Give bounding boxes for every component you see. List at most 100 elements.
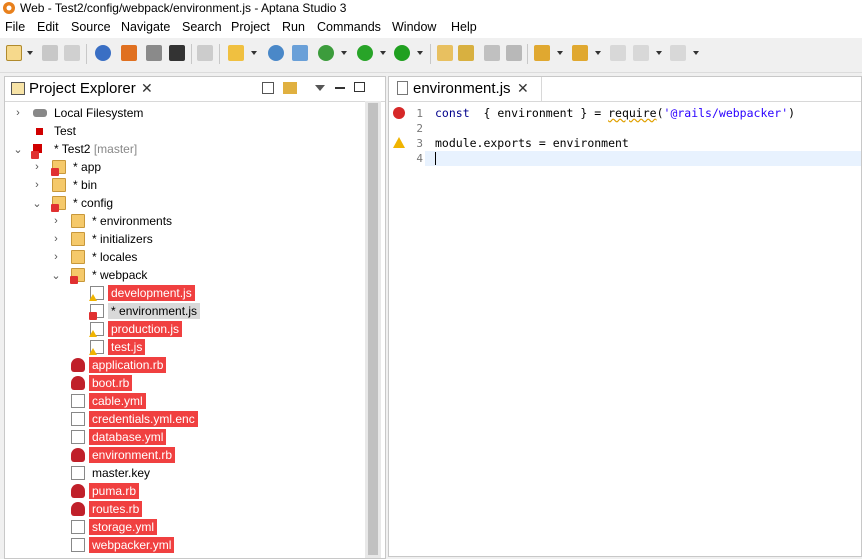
tree-item[interactable]: ⌄ * config bbox=[5, 194, 365, 212]
tree-item[interactable]: boot.rb bbox=[5, 374, 365, 392]
back-icon[interactable] bbox=[633, 45, 649, 61]
tree-item[interactable]: credentials.yml.enc bbox=[5, 410, 365, 428]
terminal-icon[interactable] bbox=[169, 45, 185, 61]
tree-item[interactable]: Test bbox=[5, 122, 365, 140]
scrollbar-thumb[interactable] bbox=[368, 103, 378, 555]
menu-help[interactable]: Help bbox=[451, 20, 477, 34]
pen-icon[interactable] bbox=[437, 45, 453, 61]
show-whitespace-icon[interactable] bbox=[506, 45, 522, 61]
tree-item[interactable]: webpacker.yml bbox=[5, 536, 365, 554]
tree-item[interactable]: ⌄ * webpack bbox=[5, 266, 365, 284]
tree-item[interactable]: cable.yml bbox=[5, 392, 365, 410]
tree-item[interactable]: master.key bbox=[5, 464, 365, 482]
code-editor[interactable]: 1 const { environment } = require('@rails… bbox=[389, 101, 861, 557]
item-name: application.rb bbox=[92, 358, 164, 372]
tree-item[interactable]: environment.rb bbox=[5, 446, 365, 464]
run-icon[interactable] bbox=[357, 45, 373, 61]
item-name: locales bbox=[100, 250, 138, 264]
new-icon[interactable] bbox=[6, 45, 22, 61]
minimize-icon[interactable] bbox=[335, 87, 345, 89]
menu-file[interactable]: File bbox=[5, 20, 25, 34]
error-marker-icon[interactable] bbox=[393, 107, 405, 119]
code-line[interactable]: module.exports = environment bbox=[435, 136, 629, 150]
menu-run[interactable]: Run bbox=[282, 20, 305, 34]
previous-annotation-dropdown-icon[interactable] bbox=[595, 51, 601, 55]
expand-icon[interactable]: › bbox=[51, 233, 61, 245]
back-dropdown-icon[interactable] bbox=[656, 51, 662, 55]
run-dropdown-icon[interactable] bbox=[380, 51, 386, 55]
tree-item-label: * environments bbox=[89, 213, 175, 229]
tree-item[interactable]: › * environments bbox=[5, 212, 365, 230]
debug-dropdown-icon[interactable] bbox=[341, 51, 347, 55]
code-line[interactable]: const { environment } = require('@rails/… bbox=[435, 106, 795, 120]
tree-item[interactable]: › * app bbox=[5, 158, 365, 176]
web-preview-icon[interactable] bbox=[146, 45, 162, 61]
open-folder-icon[interactable] bbox=[197, 45, 213, 61]
tree-item[interactable]: routes.rb bbox=[5, 500, 365, 518]
close-icon[interactable]: ✕ bbox=[141, 80, 153, 97]
tree-item[interactable]: › Local Filesystem bbox=[5, 104, 365, 122]
tree-item[interactable]: test.js bbox=[5, 338, 365, 356]
last-edit-icon[interactable] bbox=[610, 45, 626, 61]
tree-item[interactable]: › * bin bbox=[5, 176, 365, 194]
collapse-icon[interactable]: ⌄ bbox=[32, 197, 42, 210]
forward-dropdown-icon[interactable] bbox=[693, 51, 699, 55]
toolbar-separator bbox=[191, 44, 192, 64]
tree-item[interactable]: puma.rb bbox=[5, 482, 365, 500]
toggle-mark-icon[interactable] bbox=[484, 45, 500, 61]
external-dropdown-icon[interactable] bbox=[417, 51, 423, 55]
tree-item[interactable]: production.js bbox=[5, 320, 365, 338]
next-annotation-icon[interactable] bbox=[534, 45, 550, 61]
menu-source[interactable]: Source bbox=[71, 20, 111, 34]
tree-item[interactable]: development.js bbox=[5, 284, 365, 302]
tree-item[interactable]: ⌄ * Test2 [master] bbox=[5, 140, 365, 159]
expand-icon[interactable]: › bbox=[32, 179, 42, 191]
menu-search[interactable]: Search bbox=[182, 20, 222, 34]
new-dropdown-icon[interactable] bbox=[27, 51, 33, 55]
tree-item[interactable]: database.yml bbox=[5, 428, 365, 446]
server-icon[interactable] bbox=[292, 45, 308, 61]
link-with-editor-icon[interactable] bbox=[283, 82, 297, 94]
maximize-icon[interactable] bbox=[354, 82, 365, 92]
tree-item[interactable]: › * initializers bbox=[5, 230, 365, 248]
close-icon[interactable]: ✕ bbox=[517, 80, 529, 97]
menu-window[interactable]: Window bbox=[392, 20, 436, 34]
ruby-icon bbox=[71, 358, 85, 372]
view-menu-icon[interactable] bbox=[315, 85, 325, 91]
tree-item[interactable]: › * locales bbox=[5, 248, 365, 266]
editor-tab[interactable]: environment.js ✕ bbox=[389, 77, 542, 101]
tree-item[interactable]: application.rb bbox=[5, 356, 365, 374]
previous-annotation-icon[interactable] bbox=[572, 45, 588, 61]
annotation-icon[interactable] bbox=[458, 45, 474, 61]
project-explorer-tab[interactable]: Project Explorer ✕ bbox=[5, 77, 385, 102]
menu-navigate[interactable]: Navigate bbox=[121, 20, 170, 34]
save-all-icon[interactable] bbox=[64, 45, 80, 61]
tree-scrollbar[interactable] bbox=[365, 101, 381, 558]
menu-edit[interactable]: Edit bbox=[37, 20, 59, 34]
expand-icon[interactable]: › bbox=[51, 215, 61, 227]
collapse-icon[interactable]: ⌄ bbox=[51, 269, 61, 282]
expand-icon[interactable]: › bbox=[13, 107, 23, 119]
tree-item[interactable]: storage.yml bbox=[5, 518, 365, 536]
collapse-icon[interactable]: ⌄ bbox=[13, 143, 23, 156]
ruby-icon bbox=[71, 484, 85, 498]
collapse-all-icon[interactable] bbox=[262, 82, 274, 94]
warning-marker-icon[interactable] bbox=[393, 137, 405, 148]
home-icon[interactable] bbox=[121, 45, 137, 61]
menu-project[interactable]: Project bbox=[231, 20, 270, 34]
expand-icon[interactable]: › bbox=[51, 251, 61, 263]
deploy-icon[interactable] bbox=[268, 45, 284, 61]
next-annotation-dropdown-icon[interactable] bbox=[557, 51, 563, 55]
wand-dropdown-icon[interactable] bbox=[251, 51, 257, 55]
link-icon[interactable] bbox=[95, 45, 111, 61]
save-icon[interactable] bbox=[42, 45, 58, 61]
tree-item[interactable]: * environment.js bbox=[5, 302, 365, 320]
wand-icon[interactable] bbox=[228, 45, 244, 61]
forward-icon[interactable] bbox=[670, 45, 686, 61]
run-external-icon[interactable] bbox=[394, 45, 410, 61]
expand-icon[interactable]: › bbox=[32, 161, 42, 173]
menu-commands[interactable]: Commands bbox=[317, 20, 381, 34]
tree-item-label: storage.yml bbox=[89, 519, 158, 535]
debug-icon[interactable] bbox=[318, 45, 334, 61]
title-bar: Web - Test2/config/webpack/environment.j… bbox=[0, 0, 862, 18]
